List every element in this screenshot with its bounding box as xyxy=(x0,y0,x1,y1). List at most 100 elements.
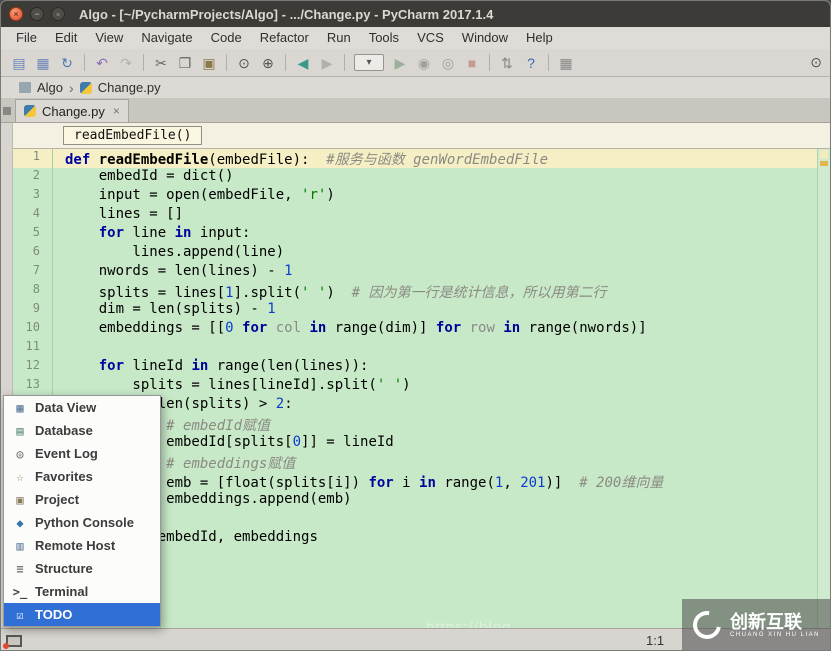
terminal-icon: >_ xyxy=(12,585,28,599)
help-icon[interactable]: ? xyxy=(519,51,543,75)
toolwindow-item-database[interactable]: ▤ Database xyxy=(4,419,160,442)
database-icon: ▤ xyxy=(12,424,28,438)
line-number[interactable]: 2 xyxy=(13,168,53,187)
line-number[interactable]: 13 xyxy=(13,377,53,396)
menu-view[interactable]: View xyxy=(86,27,132,49)
code-line-2[interactable]: 2 embedId = dict() xyxy=(13,168,830,187)
search-everywhere-icon[interactable]: ⊙ xyxy=(810,54,822,71)
code-line-6[interactable]: 6 lines.append(line) xyxy=(13,244,830,263)
paste-icon[interactable]: ▣ xyxy=(197,51,221,75)
toolwindow-item-label: Project xyxy=(35,492,79,507)
breadcrumb-item-file[interactable]: Change.py xyxy=(98,80,161,95)
toolwindow-item-event-log[interactable]: ◎Event Log xyxy=(4,442,160,465)
enclosing-function-label[interactable]: readEmbedFile() xyxy=(63,126,202,145)
updater-icon[interactable]: ⇅ xyxy=(495,51,519,75)
replace-icon[interactable]: ⊕ xyxy=(256,51,280,75)
tool-window-popup: ▦ Data View ▤ Database ◎Event Log☆Favorites▣… xyxy=(3,395,161,627)
menu-help[interactable]: Help xyxy=(517,27,562,49)
run-config-select[interactable]: ▾ xyxy=(354,54,384,71)
tab-change-py[interactable]: Change.py × xyxy=(15,99,129,122)
toolbar-separator xyxy=(344,54,345,71)
menu-tools[interactable]: Tools xyxy=(360,27,408,49)
forward-icon[interactable]: ▶ xyxy=(315,51,339,75)
toolwindow-item-todo[interactable]: ☑TODO xyxy=(4,603,160,626)
menu-refactor[interactable]: Refactor xyxy=(251,27,318,49)
code-text: for line in input: xyxy=(53,225,250,244)
line-number[interactable]: 7 xyxy=(13,263,53,282)
code-line-4[interactable]: 4 lines = [] xyxy=(13,206,830,225)
line-number[interactable]: 5 xyxy=(13,225,53,244)
pycharm-window: × − ▫ Algo - [~/PycharmProjects/Algo] - … xyxy=(0,0,831,651)
find-icon[interactable]: ⊙ xyxy=(232,51,256,75)
toolbar-separator xyxy=(143,54,144,71)
data-view-icon: ▦ xyxy=(12,401,28,415)
toolwindow-item-python-console[interactable]: ◆Python Console xyxy=(4,511,160,534)
project-folder-icon xyxy=(19,82,31,93)
sync-icon[interactable]: ↻ xyxy=(55,51,79,75)
menu-navigate[interactable]: Navigate xyxy=(132,27,201,49)
toolbar-separator xyxy=(285,54,286,71)
code-text: lines.append(line) xyxy=(53,244,284,263)
toolwindow-item-structure[interactable]: ≡Structure xyxy=(4,557,160,580)
menu-window[interactable]: Window xyxy=(453,27,517,49)
debug-icon[interactable]: ◉ xyxy=(412,51,436,75)
open-icon[interactable]: ▤ xyxy=(7,51,31,75)
line-number[interactable]: 9 xyxy=(13,301,53,320)
viewer-icon[interactable]: ▦ xyxy=(554,51,578,75)
cut-icon[interactable]: ✂ xyxy=(149,51,173,75)
todo-icon: ☑ xyxy=(12,608,28,622)
line-number[interactable]: 12 xyxy=(13,358,53,377)
code-line-9[interactable]: 9 dim = len(splits) - 1 xyxy=(13,301,830,320)
window-title: Algo - [~/PycharmProjects/Algo] - .../Ch… xyxy=(79,7,493,22)
toolwindow-item-terminal[interactable]: >_Terminal xyxy=(4,580,160,603)
python-file-icon xyxy=(80,82,92,94)
caret-position[interactable]: 1:1 xyxy=(646,633,664,648)
toolwindow-item-remote-host[interactable]: ▥Remote Host xyxy=(4,534,160,557)
stop-icon[interactable]: ■ xyxy=(460,51,484,75)
close-button[interactable]: × xyxy=(9,7,23,21)
line-number[interactable]: 3 xyxy=(13,187,53,206)
code-line-5[interactable]: 5 for line in input: xyxy=(13,225,830,244)
breadcrumb-item-project[interactable]: Algo xyxy=(37,80,63,95)
back-icon[interactable]: ◀ xyxy=(291,51,315,75)
code-line-13[interactable]: 13 splits = lines[lineId].split(' ') xyxy=(13,377,830,396)
toolwindow-item-label: Data View xyxy=(35,400,96,415)
maximize-button[interactable]: ▫ xyxy=(51,7,65,21)
toolwindow-item-favorites[interactable]: ☆Favorites xyxy=(4,465,160,488)
line-number[interactable]: 1 xyxy=(13,149,53,168)
menu-vcs[interactable]: VCS xyxy=(408,27,453,49)
error-stripe-scrollbar[interactable] xyxy=(817,149,830,628)
toolwindow-switcher-icon[interactable] xyxy=(6,635,22,647)
save-icon[interactable]: ▦ xyxy=(31,51,55,75)
run-icon[interactable]: ▶ xyxy=(388,51,412,75)
line-number[interactable]: 8 xyxy=(13,282,53,301)
redo-icon[interactable]: ↷ xyxy=(114,51,138,75)
code-line-1[interactable]: 1def readEmbedFile(embedFile): #服务与函数 ge… xyxy=(13,149,830,168)
line-number[interactable]: 6 xyxy=(13,244,53,263)
menu-file[interactable]: File xyxy=(7,27,46,49)
toolwindow-item-label: Database xyxy=(35,423,93,438)
toolwindow-item-project[interactable]: ▣Project xyxy=(4,488,160,511)
code-line-8[interactable]: 8 splits = lines[1].split(' ') # 因为第一行是统… xyxy=(13,282,830,301)
menu-run[interactable]: Run xyxy=(318,27,360,49)
line-number[interactable]: 11 xyxy=(13,339,53,358)
code-line-3[interactable]: 3 input = open(embedFile, 'r') xyxy=(13,187,830,206)
minimize-button[interactable]: − xyxy=(30,7,44,21)
menu-code[interactable]: Code xyxy=(202,27,251,49)
tool-stripe-icon[interactable] xyxy=(3,107,11,115)
tab-close-icon[interactable]: × xyxy=(113,104,120,118)
copy-icon[interactable]: ❐ xyxy=(173,51,197,75)
coverage-icon[interactable]: ◎ xyxy=(436,51,460,75)
python-console-icon: ◆ xyxy=(12,516,28,530)
code-line-7[interactable]: 7 nwords = len(lines) - 1 xyxy=(13,263,830,282)
code-line-12[interactable]: 12 for lineId in range(len(lines)): xyxy=(13,358,830,377)
undo-icon[interactable]: ↶ xyxy=(90,51,114,75)
line-number[interactable]: 4 xyxy=(13,206,53,225)
menu-edit[interactable]: Edit xyxy=(46,27,86,49)
code-line-10[interactable]: 10 embeddings = [[0 for col in range(dim… xyxy=(13,320,830,339)
toolwindow-item-data-view[interactable]: ▦ Data View xyxy=(4,396,160,419)
warning-marker xyxy=(820,161,828,166)
code-line-11[interactable]: 11 xyxy=(13,339,830,358)
line-number[interactable]: 10 xyxy=(13,320,53,339)
chevron-right-icon: › xyxy=(69,80,74,96)
